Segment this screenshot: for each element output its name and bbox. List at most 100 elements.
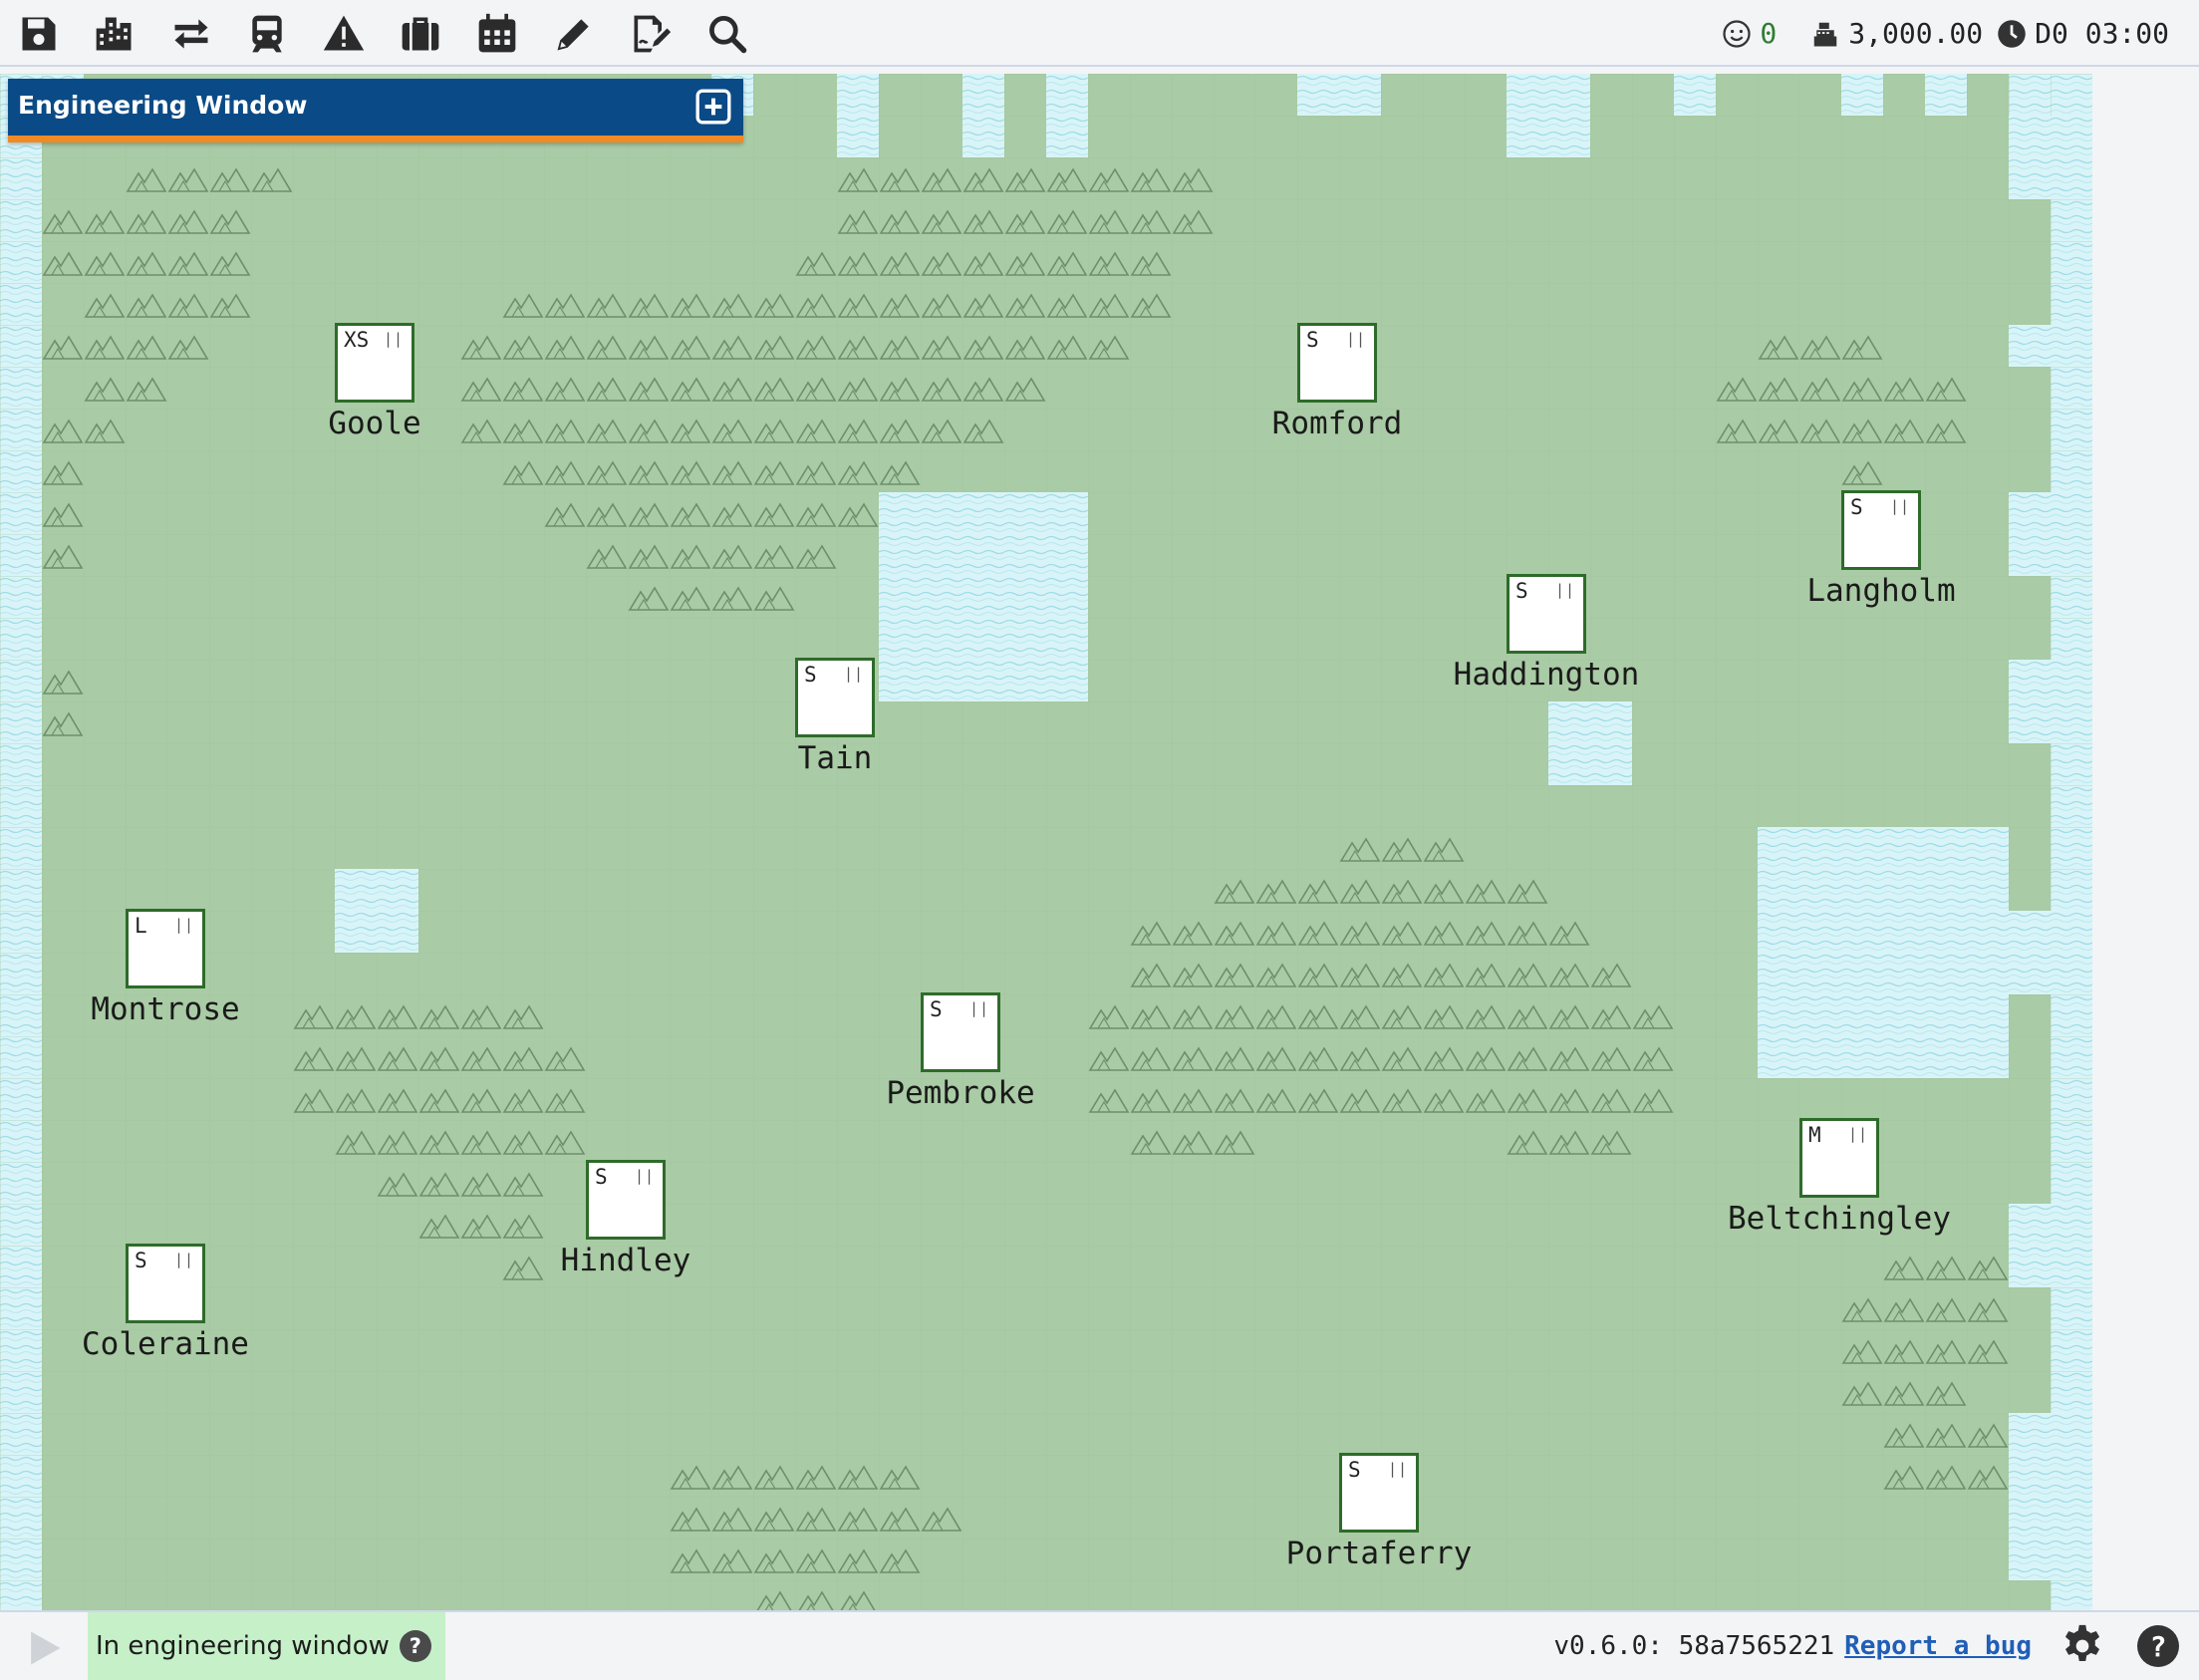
- edit-button[interactable]: [549, 10, 599, 58]
- station-hindley[interactable]: S ||: [586, 1160, 666, 1240]
- station-tracks-icon: ||: [968, 999, 989, 1017]
- station-size: S: [804, 663, 817, 687]
- money-value: 3,000.00: [1848, 17, 1984, 50]
- lake: [1758, 827, 2009, 1078]
- station-size: S: [135, 1249, 147, 1272]
- search-icon: [709, 16, 747, 54]
- happiness-value: 0: [1760, 17, 1778, 50]
- station-pembroke[interactable]: S ||: [921, 992, 1000, 1072]
- station-goole[interactable]: XS ||: [335, 323, 414, 403]
- coast-inlet: [1674, 74, 1716, 116]
- station-name[interactable]: Pembroke: [801, 1075, 1120, 1111]
- station-name[interactable]: Haddington: [1387, 657, 1706, 693]
- coast-inlet: [1925, 74, 1967, 116]
- money-indicator: 3,000.00: [1810, 17, 1983, 50]
- station-name[interactable]: Tain: [676, 740, 994, 776]
- coast-inlet: [2009, 116, 2092, 199]
- trains-button[interactable]: [242, 10, 292, 58]
- station-size: L: [135, 914, 147, 938]
- coast-inlet: [2009, 1204, 2092, 1287]
- play-button[interactable]: [22, 1626, 66, 1670]
- terrain-layer: [0, 74, 2092, 1610]
- city-icon: [96, 17, 132, 51]
- station-name[interactable]: Montrose: [6, 991, 325, 1027]
- station-size: S: [1348, 1458, 1361, 1482]
- coast-inlet: [2009, 1413, 2092, 1497]
- station-tracks-icon: ||: [1345, 330, 1366, 348]
- station-size: S: [595, 1165, 608, 1189]
- coast-inlet: [837, 74, 879, 157]
- station-name[interactable]: Romford: [1178, 406, 1497, 441]
- station-name[interactable]: Goole: [215, 406, 534, 441]
- station-romford[interactable]: S ||: [1297, 323, 1377, 403]
- coast-inlet: [962, 74, 1004, 157]
- finances-button[interactable]: [396, 10, 445, 58]
- station-size: S: [930, 997, 943, 1021]
- calendar-icon: [478, 13, 516, 53]
- cash-register-icon: [1814, 22, 1837, 46]
- bottom-right-area: v0.6.0: 58a7565221 Report a bug ?: [1553, 1612, 2179, 1680]
- expand-window-button[interactable]: [693, 87, 733, 127]
- status-area: 0 3,000.00 D0 03:00: [1722, 0, 2169, 67]
- help-button[interactable]: ?: [2137, 1625, 2179, 1667]
- version-text: v0.6.0: 58a7565221: [1553, 1631, 1835, 1661]
- smiley-icon: [1723, 19, 1752, 48]
- alerts-button[interactable]: [319, 10, 369, 58]
- station-name[interactable]: Hindley: [466, 1243, 785, 1278]
- engineering-window-header[interactable]: Engineering Window: [8, 79, 743, 142]
- clock-icon: [1998, 19, 2026, 48]
- station-tracks-icon: ||: [1554, 581, 1575, 599]
- contracts-button[interactable]: [626, 10, 676, 58]
- save-button[interactable]: [14, 10, 64, 58]
- station-name[interactable]: Coleraine: [6, 1326, 325, 1362]
- station-tracks-icon: ||: [1847, 1125, 1868, 1143]
- station-size: S: [1515, 579, 1528, 603]
- mode-label: In engineering window: [96, 1631, 390, 1661]
- schedule-button[interactable]: [472, 10, 522, 58]
- station-tain[interactable]: S ||: [795, 658, 875, 737]
- station-size: S: [1306, 328, 1319, 352]
- mode-indicator: In engineering window ?: [88, 1612, 445, 1680]
- search-button[interactable]: [702, 10, 752, 58]
- lake: [335, 869, 418, 953]
- gear-icon[interactable]: [2060, 1623, 2105, 1669]
- coast-inlet: [1841, 74, 1883, 116]
- station-size: M: [1808, 1123, 1821, 1147]
- lake: [1548, 701, 1632, 785]
- station-beltchingley[interactable]: M ||: [1799, 1118, 1879, 1198]
- station-name[interactable]: Portaferry: [1220, 1536, 1538, 1571]
- top-toolbar: 0 3,000.00 D0 03:00: [0, 0, 2199, 67]
- coast-inlet: [1297, 74, 1381, 116]
- station-tracks-icon: ||: [634, 1167, 655, 1185]
- cities-button[interactable]: [90, 10, 139, 58]
- plus-square-icon: [695, 89, 731, 125]
- coast-inlet: [1507, 74, 1590, 157]
- mode-help-icon[interactable]: ?: [399, 1630, 431, 1662]
- station-name[interactable]: Beltchingley: [1680, 1201, 1999, 1237]
- station-size: S: [1850, 495, 1863, 519]
- warning-icon: [323, 15, 365, 51]
- station-tracks-icon: ||: [843, 665, 864, 683]
- clock-indicator: D0 03:00: [1997, 17, 2169, 50]
- game-map[interactable]: XS || Goole S || Romford S || Langholm S || …: [0, 74, 2092, 1610]
- station-name[interactable]: Langholm: [1722, 573, 2041, 609]
- station-tracks-icon: ||: [173, 916, 194, 934]
- station-portaferry[interactable]: S ||: [1339, 1453, 1419, 1533]
- station-montrose[interactable]: L ||: [126, 909, 205, 988]
- swap-arrows-icon: [174, 19, 208, 49]
- happiness-indicator: 0: [1722, 17, 1777, 50]
- signature-icon: [634, 15, 672, 53]
- coast-inlet: [2009, 1497, 2092, 1580]
- play-icon: [31, 1631, 61, 1665]
- report-bug-link[interactable]: Report a bug: [1844, 1631, 2032, 1661]
- station-tracks-icon: ||: [1387, 1460, 1408, 1478]
- station-langholm[interactable]: S ||: [1841, 490, 1921, 570]
- station-haddington[interactable]: S ||: [1507, 574, 1586, 654]
- coast-inlet: [1046, 74, 1088, 157]
- coast-inlet: [2009, 911, 2092, 994]
- lake: [879, 492, 1088, 701]
- station-coleraine[interactable]: S ||: [126, 1244, 205, 1323]
- station-tracks-icon: ||: [173, 1251, 194, 1268]
- station-tracks-icon: ||: [383, 330, 404, 348]
- routes-button[interactable]: [166, 10, 216, 58]
